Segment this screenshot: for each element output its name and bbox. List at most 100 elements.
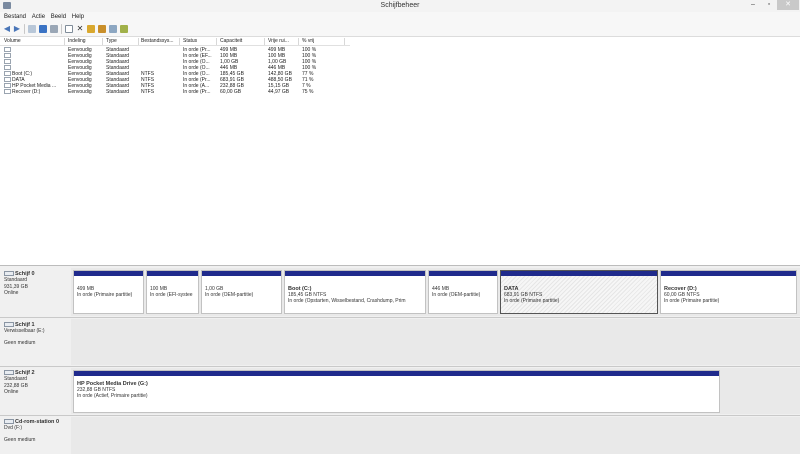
open-folder-icon[interactable] [98,25,106,33]
volume-icon [4,83,11,89]
column-procent-vrij[interactable]: % vrij [300,38,345,45]
partition-recovery[interactable]: 499 MB In orde (Primaire partitie) [73,270,144,314]
disk-state: Online [4,289,19,296]
partition-recover-d[interactable]: Recover (D:) 60,00 GB NTFS In orde (Primai… [660,270,797,314]
column-volume[interactable]: Volume [2,38,65,45]
back-arrow-icon[interactable]: ◀ [3,25,11,33]
disk-0-partitions: 499 MB In orde (Primaire partitie) 100 MB… [71,268,800,316]
partition-bar [285,271,425,276]
partition-status: In orde (OEM-partitie) [205,292,254,298]
column-indeling[interactable]: Indeling [66,38,103,45]
toolbar-separator [61,24,62,34]
disk-separator [0,317,800,318]
partition-bar [202,271,281,276]
volume-row[interactable]: Recover (D:) Eenvoudig Standaard NTFS In ord… [0,89,350,95]
disk-2-partitions: HP Pocket Media Drive (G:) 232,88 GB NTFS… [71,368,800,414]
partition-bar [429,271,497,276]
partition-boot-c[interactable]: Boot (C:) 185,45 GB NTFS In orde (Opstarte… [284,270,426,314]
disk-type: Dvd (F:) [4,425,23,432]
up-icon[interactable] [28,25,36,33]
column-type[interactable]: Type [104,38,139,45]
partition-efi[interactable]: 100 MB In orde (EFI-systee [146,270,199,314]
disk-name: Schijf 2 [15,370,35,376]
partition-bar [661,271,796,276]
maximize-button[interactable]: ▫ [762,0,776,10]
menu-bar: Bestand Actie Beeld Help [0,12,800,22]
disk-separator [0,415,800,416]
volume-cell: Eenvoudig [68,89,92,95]
window-title: Schijfbeheer [380,2,420,9]
partition-status: In orde (OEM-partitie) [432,292,481,298]
properties-icon[interactable] [65,25,73,33]
disk-0-label[interactable]: Schijf 0 Standaard 931,39 GB Online [4,271,68,296]
partition-status: In orde (Primaire partitie) [504,298,560,304]
volume-icon [4,65,11,71]
optical-drive-icon [4,419,14,425]
volume-icon [4,77,11,83]
disk-type: Verwisselbaar (E:) [4,328,45,335]
volume-icon [4,59,11,65]
disk-1-area [71,319,800,365]
refresh-disks-icon[interactable] [109,25,117,33]
partition-hp-pocket-media-drive[interactable]: HP Pocket Media Drive (G:) 232,88 GB NTFS… [73,370,720,413]
column-status[interactable]: Status [181,38,217,45]
volume-list-header: Volume Indeling Type Bestandssys... Stat… [0,37,350,46]
disk-separator [0,366,800,367]
column-bestandssysteem[interactable]: Bestandssys... [139,38,180,45]
volume-cell: Standaard [106,89,130,95]
disk-state: Geen medium [4,339,36,346]
settings-icon[interactable] [120,25,128,33]
hard-disk-icon [4,271,14,277]
disk-2-label[interactable]: Schijf 2 Standaard 232,88 GB Online [4,370,68,395]
partition-bar [501,271,657,276]
hard-disk-icon [4,370,14,376]
partition-bar [147,271,198,276]
removable-disk-icon [4,322,14,328]
menu-bestand[interactable]: Bestand [4,14,26,20]
volume-list: Volume Indeling Type Bestandssys... Stat… [0,37,800,263]
cdrom-0-label[interactable]: Cd-rom-station 0 Dvd (F:) Geen medium [4,419,68,443]
volume-name: Recover (D:) [12,89,41,95]
volume-cell: 60,00 GB [220,89,242,95]
volume-cell: In orde (Pr... [183,89,211,95]
volume-cell: 44,97 GB [268,89,290,95]
volume-icon [4,89,11,95]
partition-status: In orde (Opstarten, Wisselbestand, Crash… [288,298,406,304]
menu-help[interactable]: Help [72,14,84,20]
minimize-button[interactable]: – [746,0,760,10]
close-button[interactable]: ✕ [777,0,799,10]
menu-actie[interactable]: Actie [32,14,45,20]
column-capaciteit[interactable]: Capaciteit [218,38,265,45]
volume-icon [4,71,11,77]
partition-status: In orde (Primaire partitie) [664,298,720,304]
forward-arrow-icon[interactable]: ▶ [13,25,21,33]
partition-status: In orde (EFI-systee [150,292,193,298]
toolbar: ◀ ▶ ✕ [0,22,800,37]
toolbar-separator [24,24,25,34]
volume-cell: Recover (D:) [2,89,64,95]
partition-status: In orde (Actief, Primaire partitie) [77,393,148,399]
disk-name: Cd-rom-station 0 [15,419,59,425]
partition-bar [74,271,143,276]
delete-icon[interactable]: ✕ [76,25,84,33]
folder-icon[interactable] [87,25,95,33]
disk-name: Schijf 0 [15,271,35,277]
partition-oem-1[interactable]: 1,00 GB In orde (OEM-partitie) [201,270,282,314]
help-icon[interactable] [39,25,47,33]
partition-data[interactable]: DATA 683,91 GB NTFS In orde (Primaire part… [500,270,658,314]
partition-status: In orde (Primaire partitie) [77,292,133,298]
list-view-icon[interactable] [50,25,58,33]
column-vrije-ruimte[interactable]: Vrije rui... [266,38,299,45]
volume-cell: NTFS [141,89,155,95]
volume-icon [4,53,11,59]
title-bar: Schijfbeheer – ▫ ✕ [0,0,800,12]
partition-oem-2[interactable]: 446 MB In orde (OEM-partitie) [428,270,498,314]
volume-cell: 75 % [302,89,314,95]
partition-bar [74,371,719,376]
cdrom-0-area [71,417,800,454]
disk-map: Schijf 0 Standaard 931,39 GB Online 499 … [0,265,800,454]
menu-beeld[interactable]: Beeld [51,14,66,20]
disk-1-label[interactable]: Schijf 1 Verwisselbaar (E:) Geen medium [4,322,68,346]
disk-state: Online [4,388,19,395]
disk-name: Schijf 1 [15,322,35,328]
